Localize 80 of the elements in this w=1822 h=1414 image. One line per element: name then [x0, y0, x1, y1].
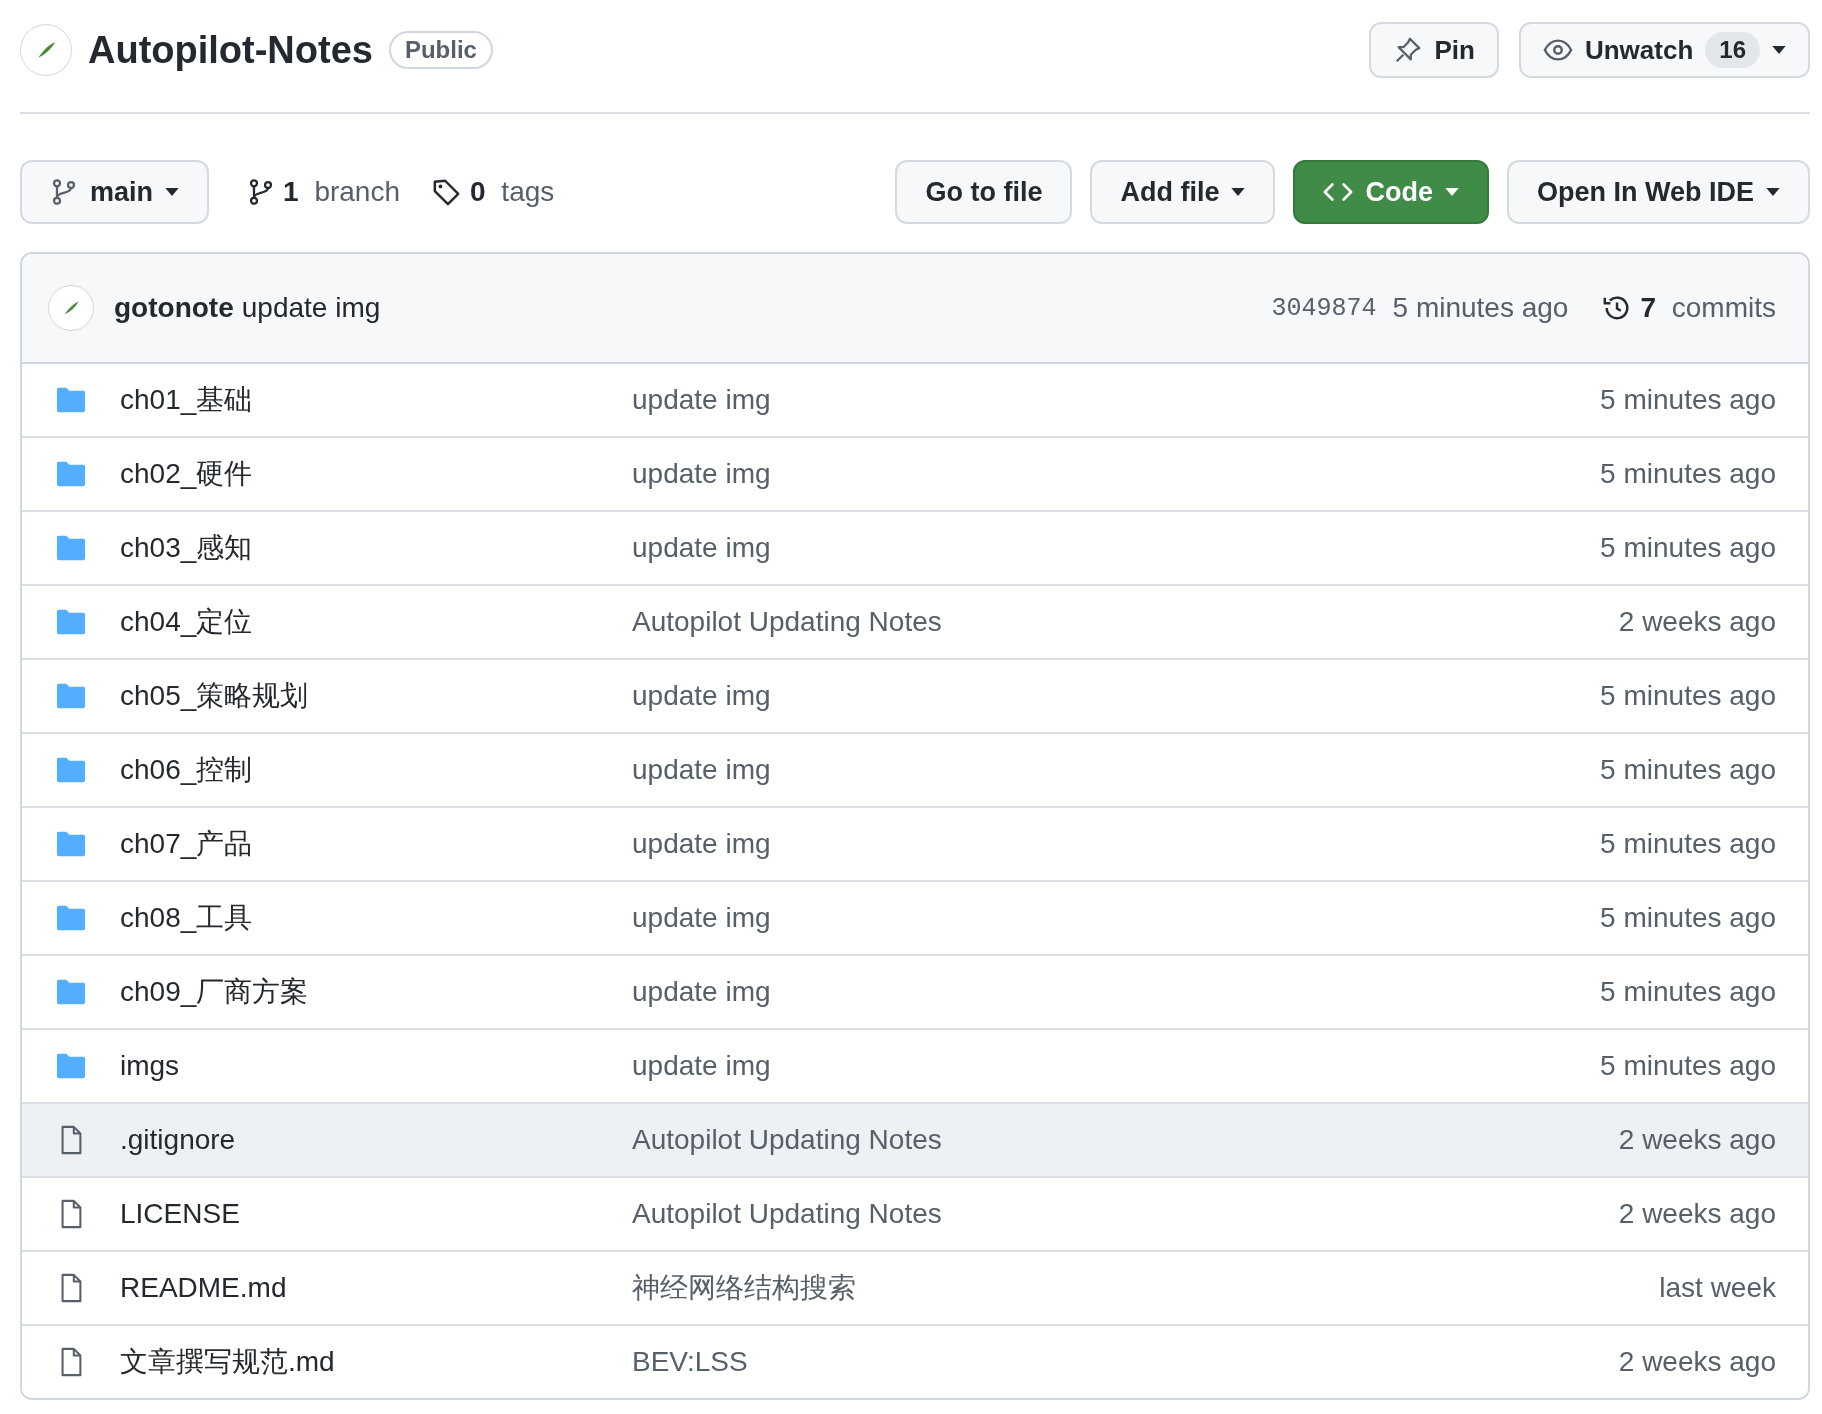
file-row[interactable]: .gitignore Autopilot Updating Notes 2 weeks ago — [22, 1102, 1808, 1176]
code-button[interactable]: Code — [1293, 160, 1489, 224]
file-name[interactable]: ch01_基础 — [120, 381, 632, 419]
file-name[interactable]: ch04_定位 — [120, 603, 632, 641]
branch-selector[interactable]: main — [20, 160, 210, 224]
pin-button[interactable]: Pin — [1368, 22, 1499, 78]
commit-message[interactable]: update img — [632, 532, 1601, 564]
folder-icon — [54, 385, 88, 415]
commit-message[interactable]: update img — [632, 754, 1601, 786]
commit-sha[interactable]: 3049874 — [1271, 293, 1377, 323]
commit-time: 5 minutes ago — [1600, 976, 1776, 1008]
caret-icon — [165, 188, 180, 196]
commit-message[interactable]: update img — [632, 902, 1601, 934]
commit-time: 5 minutes ago — [1600, 384, 1776, 416]
author-avatar — [48, 285, 94, 331]
commit-time: 2 weeks ago — [1618, 1346, 1776, 1378]
file-name[interactable]: imgs — [120, 1050, 632, 1082]
commit-time: 5 minutes ago — [1600, 532, 1776, 564]
commit-time: 2 weeks ago — [1618, 1124, 1776, 1156]
caret-icon — [1772, 46, 1786, 54]
commits-link[interactable]: 7 commits — [1602, 292, 1776, 324]
folder-icon — [54, 459, 88, 489]
tag-icon — [432, 177, 462, 207]
commit-message[interactable]: update img — [632, 976, 1601, 1008]
commit-time: 5 minutes ago — [1600, 1050, 1776, 1082]
folder-icon — [54, 681, 88, 711]
commit-time: 5 minutes ago — [1600, 458, 1776, 490]
commit-time: last week — [1659, 1272, 1776, 1304]
file-name[interactable]: ch07_产品 — [120, 825, 632, 863]
file-name[interactable]: ch03_感知 — [120, 529, 632, 567]
commit-time: 5 minutes ago — [1600, 754, 1776, 786]
folder-icon — [54, 903, 88, 933]
commit-time: 2 weeks ago — [1618, 1198, 1776, 1230]
commit-message[interactable]: Autopilot Updating Notes — [632, 1124, 1619, 1156]
commit-message[interactable]: update img — [241, 292, 381, 324]
unwatch-button[interactable]: Unwatch 16 — [1518, 22, 1810, 78]
commit-time: 2 weeks ago — [1618, 606, 1776, 638]
file-name[interactable]: ch09_厂商方案 — [120, 973, 632, 1011]
go-to-file-button[interactable]: Go to file — [895, 160, 1073, 224]
folder-icon — [54, 977, 88, 1007]
visibility-label: Public — [388, 31, 493, 69]
file-row[interactable]: 文章撰写规范.md BEV:LSS 2 weeks ago — [22, 1324, 1808, 1398]
commit-time: 5 minutes ago — [1600, 902, 1776, 934]
file-name[interactable]: ch08_工具 — [120, 899, 632, 937]
commit-message[interactable]: update img — [632, 384, 1601, 416]
watcher-count: 16 — [1705, 32, 1760, 68]
folder-icon — [54, 755, 88, 785]
commit-message[interactable]: update img — [632, 458, 1601, 490]
commit-message[interactable]: BEV:LSS — [632, 1346, 1619, 1378]
repo-avatar — [20, 24, 72, 76]
file-name[interactable]: ch05_策略规划 — [120, 677, 632, 715]
repo-title[interactable]: Autopilot-Notes — [88, 28, 373, 72]
commit-message[interactable]: update img — [632, 1050, 1601, 1082]
file-name[interactable]: .gitignore — [120, 1124, 632, 1156]
dropdown-button[interactable]: Add file — [1090, 160, 1276, 224]
commit-author[interactable]: gotonote — [114, 292, 234, 324]
commit-message[interactable]: Autopilot Updating Notes — [632, 1198, 1619, 1230]
caret-icon — [1445, 188, 1459, 196]
file-name[interactable]: README.md — [120, 1272, 632, 1304]
commit-time: 5 minutes ago — [1600, 828, 1776, 860]
tags-link[interactable]: 0 tags — [432, 176, 555, 208]
branch-icon — [50, 178, 78, 206]
folder-icon — [54, 1051, 88, 1081]
caret-icon — [1766, 188, 1780, 196]
commit-message[interactable]: 神经网络结构搜索 — [632, 1269, 1660, 1307]
commit-time: 5 minutes ago — [1392, 292, 1569, 324]
branches-link[interactable]: 1 branch — [247, 176, 400, 208]
file-name[interactable]: 文章撰写规范.md — [120, 1343, 632, 1381]
folder-icon — [54, 829, 88, 859]
commit-time: 5 minutes ago — [1600, 680, 1776, 712]
file-name[interactable]: LICENSE — [120, 1198, 632, 1230]
commit-message[interactable]: Autopilot Updating Notes — [632, 606, 1619, 638]
file-name[interactable]: ch02_硬件 — [120, 455, 632, 493]
commit-message[interactable]: update img — [632, 828, 1601, 860]
caret-icon — [1231, 188, 1246, 196]
folder-icon — [54, 607, 88, 637]
file-name[interactable]: ch06_控制 — [120, 751, 632, 789]
commit-message[interactable]: update img — [632, 680, 1601, 712]
dropdown-button[interactable]: Open In Web IDE — [1507, 160, 1810, 224]
folder-icon — [54, 533, 88, 563]
